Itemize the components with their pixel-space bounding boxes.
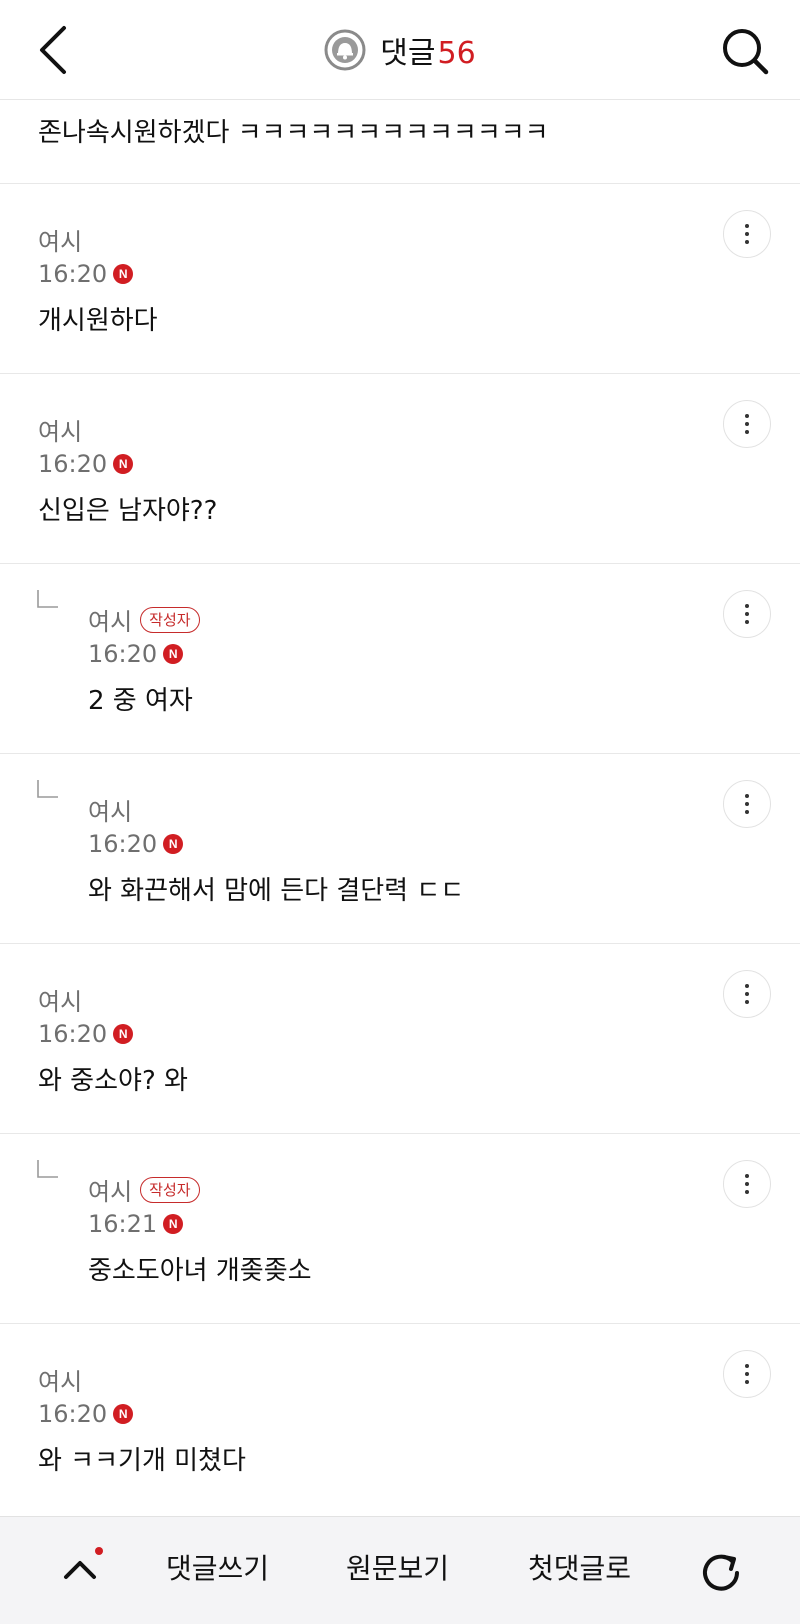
comment-author-row: 여시 (38, 412, 82, 447)
reply-comment-item: 여시 작성자 16:21 N 중소도아녀 개좆좆소 (0, 1134, 800, 1324)
comment-text: 개시원하다 (38, 306, 158, 336)
comments-count: 56 (437, 36, 476, 71)
comment-time-row: 16:21 N (88, 1210, 184, 1238)
new-badge-icon: N (163, 834, 184, 854)
comment-time-row: 16:20 N (88, 830, 184, 858)
refresh-button[interactable] (698, 1549, 744, 1595)
more-vertical-icon (745, 984, 749, 988)
search-button[interactable] (718, 24, 772, 78)
comment-list: 존나속시원하겠다 ㅋㅋㅋㅋㅋㅋㅋㅋㅋㅋㅋㅋㅋ 여시 16:20 N 개시원하다 … (0, 100, 800, 1514)
comment-time: 16:20 (38, 450, 108, 478)
comment-time: 16:20 (38, 1020, 108, 1048)
reply-corner-icon (37, 590, 58, 608)
reply-comment-item: 여시 16:20 N 와 화끈해서 맘에 든다 결단력 ㄷㄷ (0, 754, 800, 944)
more-options-button[interactable] (723, 780, 771, 828)
author-badge: 작성자 (140, 606, 200, 633)
search-icon (723, 29, 769, 75)
more-options-button[interactable] (723, 400, 771, 448)
comment-text: 와 중소야? 와 (38, 1066, 188, 1096)
comment-author-row: 여시 작성자 (88, 602, 200, 637)
new-badge-icon: N (113, 1024, 134, 1044)
comment-author[interactable]: 여시 (88, 602, 132, 637)
comment-time-row: 16:20 N (38, 260, 134, 288)
comment-item: 여시 16:20 N 신입은 남자야?? (0, 374, 800, 564)
comment-text: 2 중 여자 (88, 686, 193, 716)
write-comment-button[interactable]: 댓글쓰기 (166, 1547, 269, 1587)
comment-text: 와 화끈해서 맘에 든다 결단력 ㄷㄷ (88, 876, 465, 906)
refresh-icon (703, 1554, 739, 1591)
comment-text: 와 ㅋㅋ기개 미쳤다 (38, 1446, 246, 1476)
previous-comment-text: 존나속시원하겠다 ㅋㅋㅋㅋㅋㅋㅋㅋㅋㅋㅋㅋㅋ (0, 100, 800, 184)
more-vertical-icon (745, 224, 749, 228)
comment-author[interactable]: 여시 (38, 222, 82, 257)
comment-text: 신입은 남자야?? (38, 496, 218, 526)
header-title-group: 댓글 56 (0, 26, 800, 74)
reply-comment-item: 여시 작성자 16:20 N 2 중 여자 (0, 564, 800, 754)
comment-time-row: 16:20 N (38, 1400, 134, 1428)
bell-icon[interactable] (324, 29, 366, 71)
author-badge: 작성자 (140, 1176, 200, 1203)
more-options-button[interactable] (723, 590, 771, 638)
comment-time: 16:20 (38, 260, 108, 288)
comment-author[interactable]: 여시 (38, 1362, 82, 1397)
comment-time: 16:21 (88, 1210, 158, 1238)
more-options-button[interactable] (723, 970, 771, 1018)
comment-time-row: 16:20 N (38, 1020, 134, 1048)
new-badge-icon: N (163, 644, 184, 664)
comment-text: 중소도아녀 개좆좆소 (88, 1256, 312, 1286)
more-options-button[interactable] (723, 1160, 771, 1208)
new-badge-icon: N (163, 1214, 184, 1234)
comment-author-row: 여시 (38, 982, 82, 1017)
comments-title-label: 댓글 (380, 36, 436, 71)
reply-corner-icon (37, 1160, 58, 1178)
comment-item: 여시 16:20 N 개시원하다 (0, 184, 800, 374)
more-vertical-icon (745, 604, 749, 608)
comment-author[interactable]: 여시 (38, 982, 82, 1017)
view-original-button[interactable]: 원문보기 (346, 1547, 449, 1587)
comment-item: 여시 16:20 N 와 중소야? 와 (0, 944, 800, 1134)
new-badge-icon: N (113, 1404, 134, 1424)
comment-author[interactable]: 여시 (88, 1172, 132, 1207)
comment-time: 16:20 (38, 1400, 108, 1428)
new-badge-icon: N (113, 454, 134, 474)
comment-author-row: 여시 (38, 222, 82, 257)
comment-time: 16:20 (88, 640, 158, 668)
new-badge-icon: N (113, 264, 134, 284)
more-vertical-icon (745, 794, 749, 798)
more-vertical-icon (745, 1174, 749, 1178)
comment-time: 16:20 (88, 830, 158, 858)
page-title: 댓글 56 (380, 28, 475, 72)
comment-author-row: 여시 작성자 (88, 1172, 200, 1207)
more-options-button[interactable] (723, 1350, 771, 1398)
more-vertical-icon (745, 1364, 749, 1368)
comment-item: 여시 16:20 N 와 ㅋㅋ기개 미쳤다 (0, 1324, 800, 1514)
comment-author-row: 여시 (38, 1362, 82, 1397)
comment-time-row: 16:20 N (38, 450, 134, 478)
more-options-button[interactable] (723, 210, 771, 258)
comment-author[interactable]: 여시 (38, 412, 82, 447)
comment-time-row: 16:20 N (88, 640, 184, 668)
reply-corner-icon (37, 780, 58, 798)
notification-dot (95, 1547, 103, 1555)
comment-author-row: 여시 (88, 792, 132, 827)
more-vertical-icon (745, 414, 749, 418)
comment-author[interactable]: 여시 (88, 792, 132, 827)
app-header: 댓글 56 (0, 0, 800, 100)
bottom-toolbar: 댓글쓰기 원문보기 첫댓글로 (0, 1516, 800, 1624)
first-comment-button[interactable]: 첫댓글로 (528, 1547, 631, 1587)
